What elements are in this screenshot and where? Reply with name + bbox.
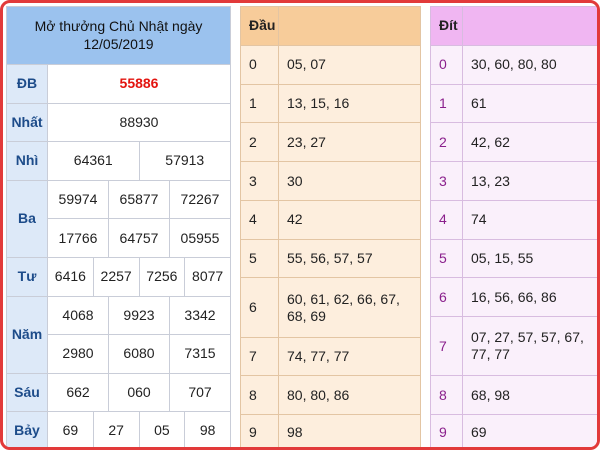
- prize-label-ba: Ba: [6, 179, 48, 258]
- results-title-line1: Mở thưởng Chủ Nhật ngày: [34, 18, 203, 35]
- head-digit: 2: [240, 122, 279, 163]
- tail-digit: 0: [430, 44, 463, 85]
- prize-label-bay: Bảy: [6, 411, 48, 447]
- prize-label-tu: Tư: [6, 256, 48, 297]
- head-digit: 6: [240, 277, 279, 338]
- tail-digit: 7: [430, 316, 463, 377]
- prize-value-bay: 69: [47, 411, 94, 447]
- prize-value-bay: 98: [184, 411, 231, 447]
- prize-value-ba: 65877: [108, 179, 170, 220]
- tail-digit: 6: [430, 277, 463, 318]
- tail-digit: 1: [430, 83, 463, 124]
- prize-value-nam: 3342: [169, 295, 231, 336]
- prize-value-tu: 7256: [138, 256, 186, 297]
- tail-values: 05, 15, 55: [462, 238, 597, 279]
- head-digit: 3: [240, 161, 279, 201]
- prize-value-ba: 64757: [108, 218, 170, 258]
- prize-value-tu: 8077: [184, 256, 231, 297]
- tail-values: 13, 23: [462, 161, 597, 201]
- prize-label-db: ĐB: [6, 63, 48, 104]
- prize-value-sau: 707: [169, 372, 231, 413]
- prize-value-db: 55886: [47, 63, 231, 104]
- head-values: 42: [278, 199, 421, 240]
- tail-values: 61: [462, 83, 597, 124]
- head-digit: 0: [240, 44, 279, 85]
- prize-value-nhat: 88930: [47, 102, 231, 143]
- tail-digit: 9: [430, 414, 463, 447]
- tail-digit: 8: [430, 375, 463, 416]
- tail-digit: 5: [430, 238, 463, 279]
- prize-value-bay: 27: [92, 411, 140, 447]
- head-values: 80, 80, 86: [278, 375, 421, 416]
- head-values: 30: [278, 161, 421, 201]
- prize-value-nam: 9923: [108, 295, 170, 336]
- prize-label-nhi: Nhì: [6, 141, 48, 181]
- head-table-header: Đầu: [240, 6, 279, 46]
- head-values: 74, 77, 77: [278, 336, 421, 377]
- tail-values: 07, 27, 57, 57, 67, 77, 77: [462, 316, 597, 377]
- head-values: 55, 56, 57, 57: [278, 238, 421, 279]
- prize-value-nhi: 57913: [138, 141, 231, 181]
- head-values: 23, 27: [278, 122, 421, 163]
- tail-values: 42, 62: [462, 122, 597, 163]
- head-digit: 1: [240, 83, 279, 124]
- prize-value-ba: 72267: [169, 179, 231, 220]
- tail-table-header-blank: [462, 6, 597, 46]
- tail-digit: 3: [430, 161, 463, 201]
- head-values: 13, 15, 16: [278, 83, 421, 124]
- prize-label-nam: Năm: [6, 295, 48, 374]
- tail-digit: 4: [430, 199, 463, 240]
- head-table-header-blank: [278, 6, 421, 46]
- prize-value-bay: 05: [138, 411, 186, 447]
- prize-value-sau: 060: [108, 372, 170, 413]
- prize-value-nam: 7315: [169, 334, 231, 374]
- prize-value-sau: 662: [47, 372, 109, 413]
- head-digit: 8: [240, 375, 279, 416]
- tail-values: 69: [462, 414, 597, 447]
- tail-digit: 2: [430, 122, 463, 163]
- tail-digit-table: Đít 0 30, 60, 80, 80 1 61 2 42, 62 3 13, 23 …: [430, 6, 597, 447]
- results-date: 12/05/2019: [83, 36, 154, 53]
- head-digit: 4: [240, 199, 279, 240]
- results-title: Mở thưởng Chủ Nhật ngày 12/05/2019: [6, 6, 231, 65]
- prize-value-tu: 2257: [92, 256, 140, 297]
- head-values: 98: [278, 414, 421, 447]
- prize-label-nhat: Nhất: [6, 102, 48, 143]
- prize-value-ba: 17766: [47, 218, 109, 258]
- head-digit: 7: [240, 336, 279, 377]
- head-values: 60, 61, 62, 66, 67, 68, 69: [278, 277, 421, 338]
- prize-value-ba: 05955: [169, 218, 231, 258]
- head-values: 05, 07: [278, 44, 421, 85]
- prize-label-sau: Sáu: [6, 372, 48, 413]
- lottery-result-panel: Mở thưởng Chủ Nhật ngày 12/05/2019 ĐB 55…: [0, 0, 600, 450]
- head-digit-table: Đầu 0 05, 07 1 13, 15, 16 2 23, 27 3 30 4 42 …: [240, 6, 421, 447]
- prize-value-nam: 4068: [47, 295, 109, 336]
- prize-value-nhi: 64361: [47, 141, 140, 181]
- prize-value-nam: 6080: [108, 334, 170, 374]
- head-digit: 5: [240, 238, 279, 279]
- prize-value-tu: 6416: [47, 256, 94, 297]
- head-digit: 9: [240, 414, 279, 447]
- tail-values: 16, 56, 66, 86: [462, 277, 597, 318]
- results-table: Mở thưởng Chủ Nhật ngày 12/05/2019 ĐB 55…: [6, 6, 231, 447]
- prize-value-nam: 2980: [47, 334, 109, 374]
- tail-values: 74: [462, 199, 597, 240]
- tail-values: 30, 60, 80, 80: [462, 44, 597, 85]
- prize-value-ba: 59974: [47, 179, 109, 220]
- tail-values: 68, 98: [462, 375, 597, 416]
- tail-table-header: Đít: [430, 6, 463, 46]
